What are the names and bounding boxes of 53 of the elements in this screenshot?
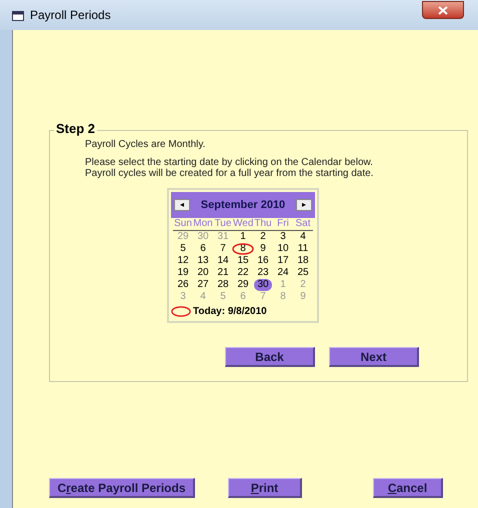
calendar-day[interactable]: 27: [194, 279, 212, 291]
calendar-day[interactable]: 13: [194, 255, 212, 267]
calendar-day[interactable]: 21: [214, 267, 232, 279]
calendar-day[interactable]: 25: [294, 267, 312, 279]
weekday-label: Thu: [253, 218, 273, 230]
calendar-day[interactable]: 20: [194, 267, 212, 279]
calendar-day[interactable]: 6: [197, 243, 209, 255]
today-label: Today: 9/8/2010: [193, 305, 267, 319]
step-text: Please select the starting date by clicking on the Calendar below. Payroll cycles will be created for a full year from the starting date.: [85, 157, 374, 179]
calendar-day[interactable]: 26: [174, 279, 192, 291]
weekday-label: Wed: [233, 218, 253, 230]
weekday-label: Sat: [294, 218, 312, 230]
calendar-day[interactable]: 24: [274, 267, 292, 279]
calendar-day[interactable]: 12: [174, 255, 192, 267]
back-button[interactable]: Back: [225, 347, 315, 367]
previous-month-button[interactable]: ◂: [174, 199, 190, 211]
weekday-label: Fri: [276, 218, 290, 230]
calendar-day[interactable]: 1: [237, 231, 249, 243]
calendar-day[interactable]: 7: [217, 243, 229, 255]
step-title: Step 2: [54, 122, 98, 135]
close-button[interactable]: [422, 1, 464, 19]
calendar-day[interactable]: 4: [297, 231, 309, 243]
calendar-day[interactable]: 2: [257, 231, 269, 243]
window-icon: [12, 10, 24, 20]
print-button[interactable]: Print: [228, 478, 302, 498]
window-title: Payroll Periods: [30, 7, 111, 24]
weekday-label: Tue: [214, 218, 232, 230]
weekday-label: Mon: [193, 218, 213, 230]
calendar-day[interactable]: 22: [234, 267, 252, 279]
calendar-day[interactable]: 30: [254, 279, 272, 291]
calendar-day[interactable]: 15: [234, 255, 252, 267]
calendar-day[interactable]: 17: [274, 255, 292, 267]
today-circle-icon: [171, 306, 191, 317]
calendar-day[interactable]: 28: [214, 279, 232, 291]
calendar-day[interactable]: 14: [214, 255, 232, 267]
calendar-day[interactable]: 18: [294, 255, 312, 267]
weekday-label: Sun: [173, 218, 193, 230]
calendar-day[interactable]: 5: [177, 243, 189, 255]
cancel-button[interactable]: Cancel: [373, 478, 443, 498]
next-month-button[interactable]: ▸: [296, 199, 312, 211]
calendar-day[interactable]: 16: [254, 255, 272, 267]
month-title: September 2010: [200, 198, 286, 213]
step-text: Payroll Cycles are Monthly.: [85, 139, 206, 150]
calendar-day[interactable]: 10: [274, 243, 292, 255]
next-button[interactable]: Next: [329, 347, 419, 367]
calendar-day[interactable]: 11: [294, 243, 312, 255]
create-payroll-periods-button[interactable]: Create Payroll Periods: [49, 478, 195, 498]
close-icon: [438, 6, 448, 14]
calendar-day[interactable]: 19: [174, 267, 192, 279]
calendar-day[interactable]: 9: [257, 243, 269, 255]
calendar-day[interactable]: 29: [234, 279, 252, 291]
calendar-day[interactable]: 3: [277, 231, 289, 243]
calendar-day[interactable]: 23: [254, 267, 272, 279]
